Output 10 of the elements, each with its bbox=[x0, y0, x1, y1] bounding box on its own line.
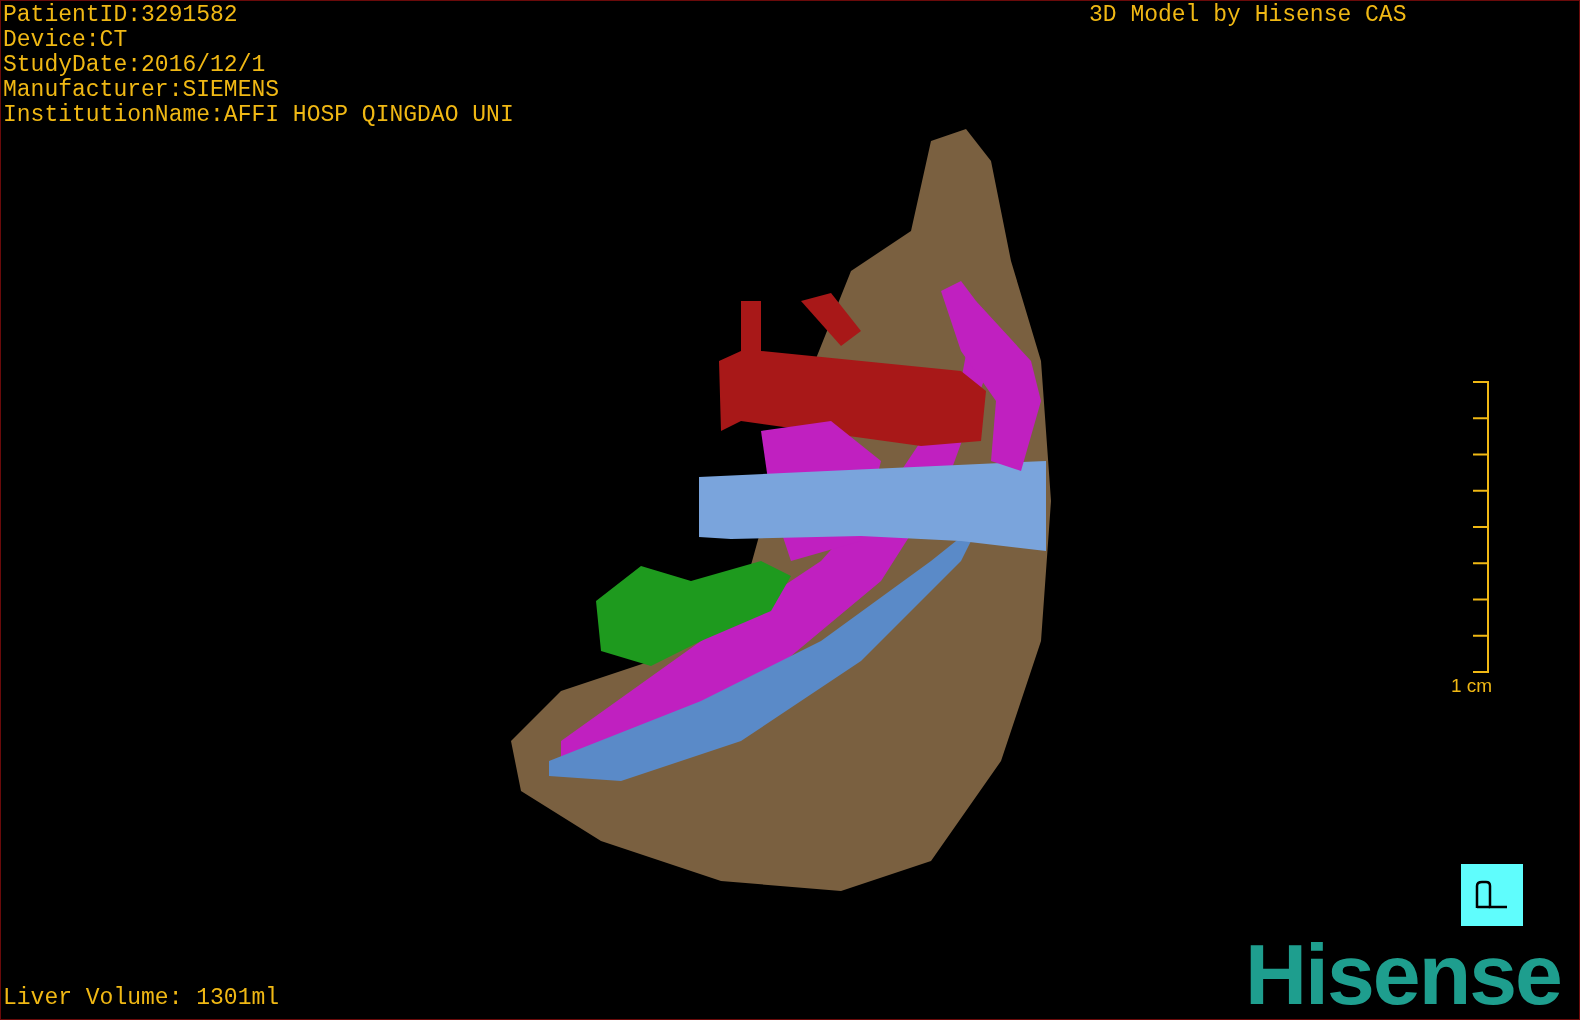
patient-info-text: Manufacturer:SIEMENS bbox=[3, 78, 281, 103]
patient-info-text: StudyDate:2016/12/1 bbox=[3, 53, 267, 78]
patient-info-text: PatientID:3291582 bbox=[3, 3, 239, 28]
patient-info-text: InstitutionName:AFFI HOSP QINGDAO UNI bbox=[3, 103, 514, 128]
orientation-button[interactable] bbox=[1461, 864, 1523, 926]
logo: Hisense bbox=[1245, 931, 1561, 1017]
scale-label: 1 cm bbox=[1451, 675, 1493, 697]
patient-info-text: Device:CT bbox=[3, 28, 129, 53]
model-title: 3D Model by Hisense CAS bbox=[1089, 3, 1407, 28]
liver-volume-text: Liver Volume: 1301ml bbox=[3, 986, 280, 1011]
